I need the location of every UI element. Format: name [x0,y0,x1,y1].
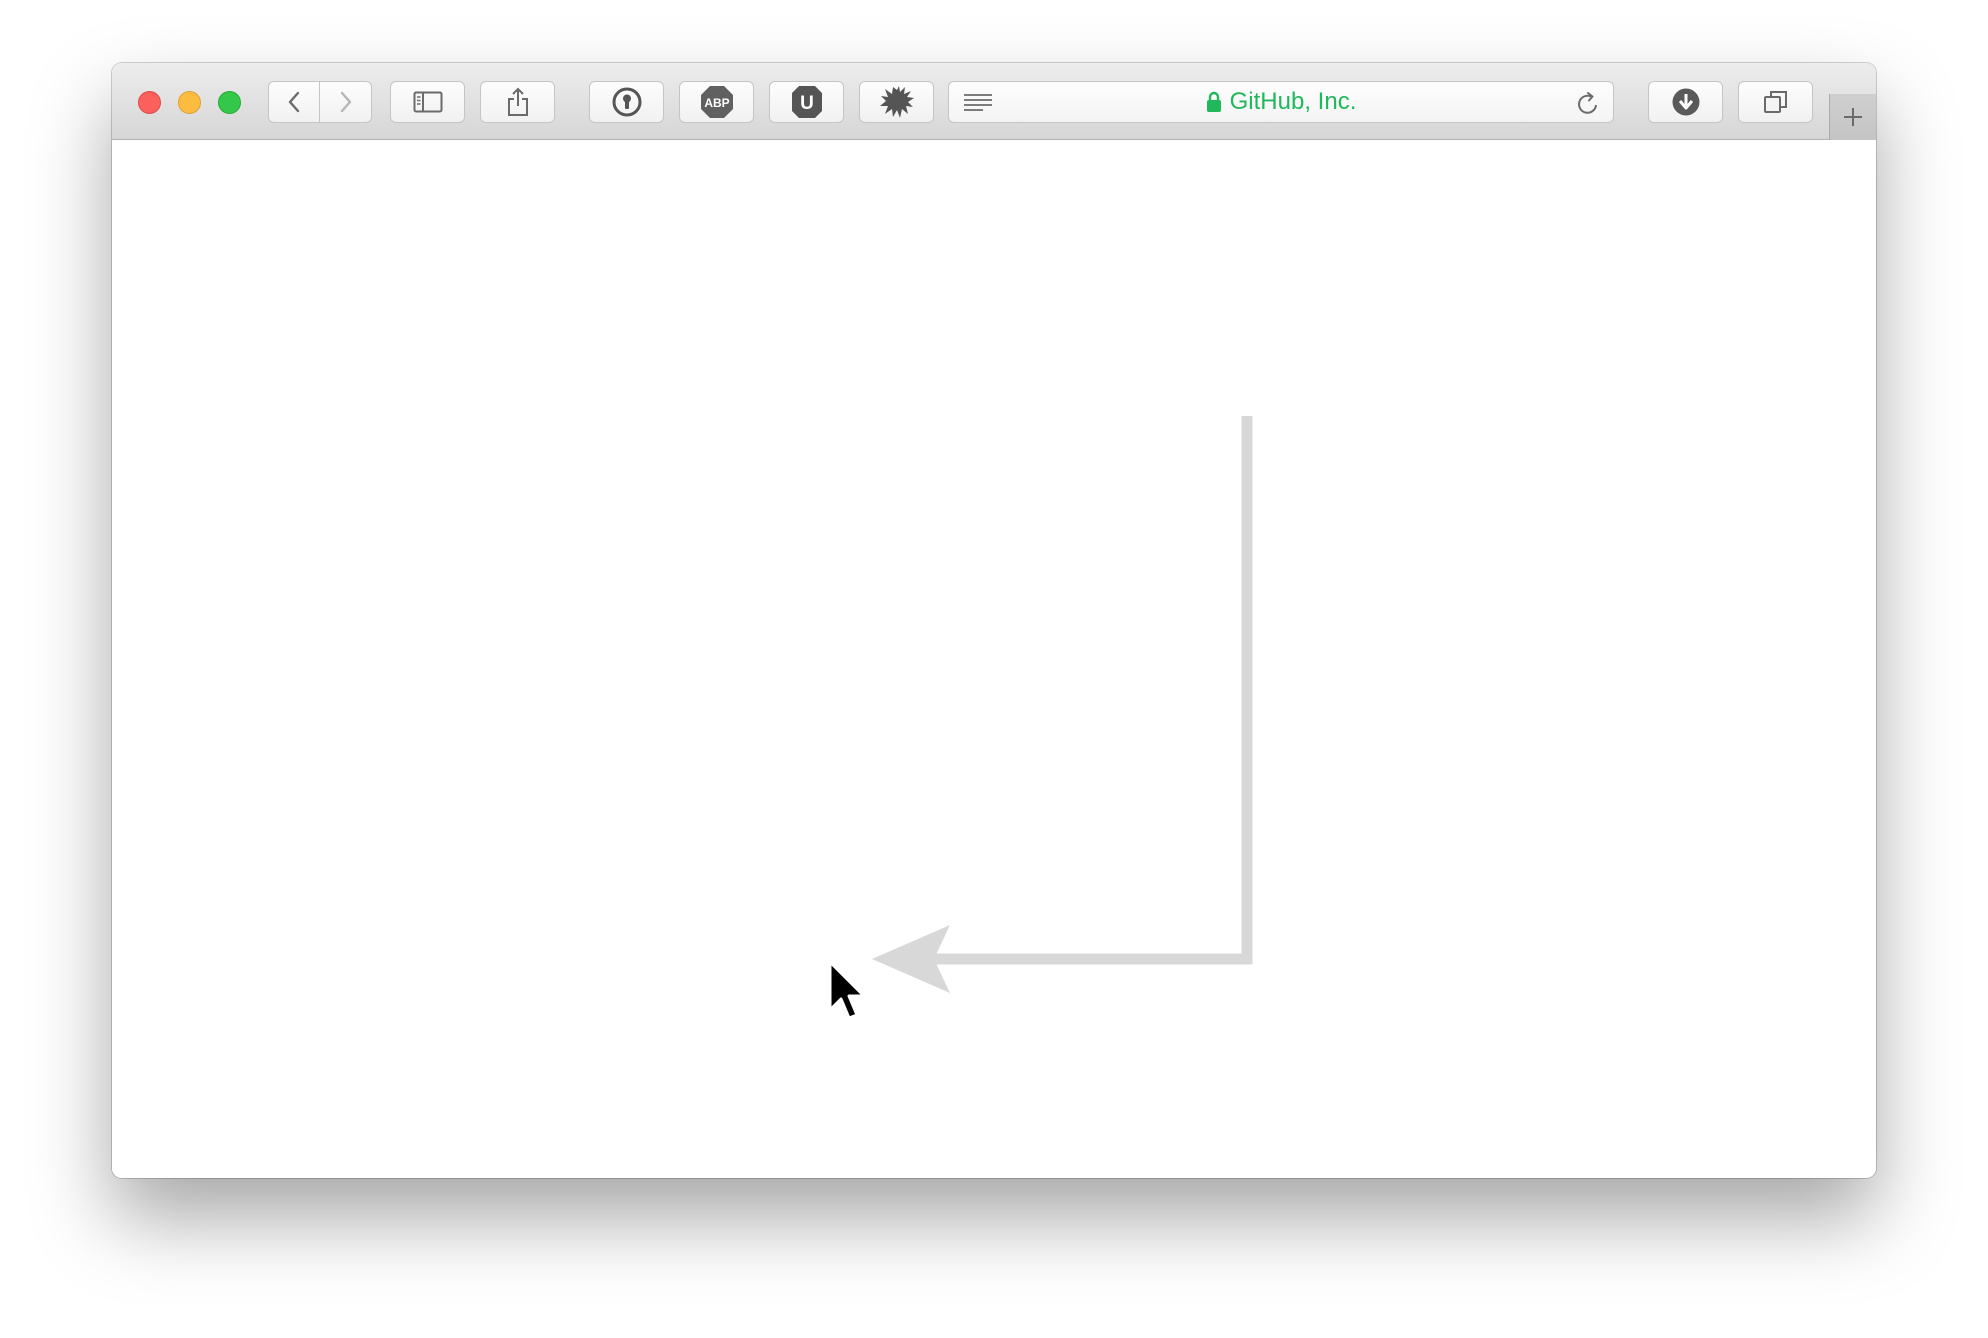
site-identity[interactable]: GitHub, Inc. [949,82,1613,122]
share-icon [507,87,528,116]
sidebar-button[interactable] [390,81,465,123]
plus-icon [1844,108,1862,126]
forward-arrow-icon [340,91,351,113]
tab-overview-icon [1763,91,1787,113]
ublock-label: U [800,93,814,114]
1password-button[interactable] [589,81,664,123]
lock-icon [1206,91,1221,112]
minimize-window-button[interactable] [178,91,201,114]
back-button[interactable] [268,81,320,123]
mouse-pointer-icon [828,960,866,1020]
abp-label: ABP [704,96,729,110]
downloads-icon [1672,88,1699,116]
reload-icon[interactable] [1575,91,1601,117]
back-arrow-icon [288,91,300,113]
annotation-arrow [872,416,1253,993]
adblock-plus-button[interactable]: ABP [679,81,754,123]
new-tab-button[interactable] [1829,94,1876,140]
browser-toolbar: ABP U GitHub, Inc. [112,63,1876,140]
splat-extension-icon [879,86,914,118]
web-content [112,140,1876,1178]
address-bar[interactable]: GitHub, Inc. [948,81,1614,123]
ublock-button[interactable]: U [769,81,844,123]
ublock-icon: U [791,86,822,118]
adblock-plus-icon: ABP [700,86,733,118]
share-button[interactable] [480,81,555,123]
splat-extension-button[interactable] [859,81,934,123]
close-window-button[interactable] [138,91,161,114]
downloads-button[interactable] [1648,81,1723,123]
site-name: GitHub, Inc. [1229,88,1357,115]
forward-button[interactable] [320,81,372,123]
sidebar-icon [413,91,442,113]
maximize-window-button[interactable] [218,91,241,114]
browser-window: ABP U GitHub, Inc. [112,63,1876,1178]
tab-overview-button[interactable] [1738,81,1813,123]
1password-icon [612,87,641,117]
